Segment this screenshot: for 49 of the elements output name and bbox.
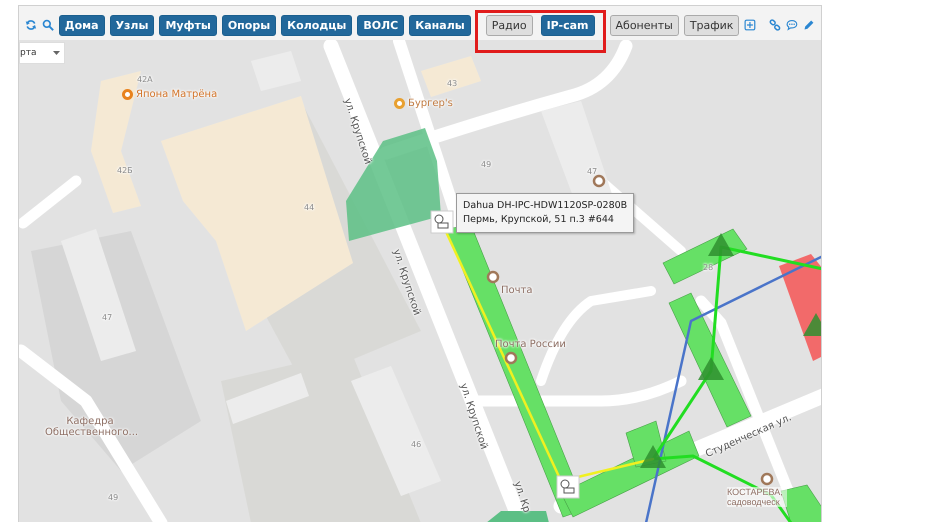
house-number: 44 <box>304 203 314 212</box>
node-triangle[interactable] <box>698 357 724 380</box>
house-number: 46 <box>411 440 422 449</box>
covered-building <box>780 484 821 522</box>
place-marker-icon[interactable] <box>486 270 500 284</box>
layer-button[interactable]: Муфты <box>159 14 217 36</box>
house-number: 49 <box>481 160 492 169</box>
layer-button[interactable]: Каналы <box>409 14 471 36</box>
house-number: 42А <box>137 75 153 84</box>
refresh-icon[interactable] <box>25 17 37 33</box>
layer-button[interactable]: Трафик <box>684 14 740 36</box>
place-name: Почта <box>501 285 532 296</box>
layer-button[interactable]: Абоненты <box>610 14 679 36</box>
place-marker-icon[interactable] <box>504 352 518 364</box>
caret-icon <box>53 51 60 55</box>
place-marker-icon[interactable] <box>760 472 774 486</box>
camera-icon[interactable] <box>556 476 580 498</box>
house-number: 42Б <box>117 166 133 175</box>
layer-button[interactable]: Узлы <box>110 14 154 36</box>
place-name: Кафедра Общественного... <box>45 416 138 438</box>
house-number: 47 <box>587 167 598 176</box>
camera-view-cone <box>486 511 549 522</box>
map-type-select[interactable]: рта <box>19 42 65 64</box>
house-number: 47 <box>102 313 112 322</box>
street-name: ул. Кр <box>512 480 532 514</box>
place-name: Япона Матрёна <box>136 89 218 100</box>
building <box>421 56 481 97</box>
node-triangle[interactable] <box>803 313 821 336</box>
link-icon[interactable] <box>769 17 782 33</box>
layer-button[interactable]: IP-cam <box>540 14 595 36</box>
tooltip-text: Dahua DH-IPC-HDW1120SP-0280B <box>463 199 628 213</box>
node-triangle[interactable] <box>708 233 734 256</box>
chat-icon[interactable] <box>786 17 798 33</box>
place-name: Бургер's <box>408 98 453 109</box>
place-marker-icon[interactable] <box>394 98 405 109</box>
camera-icon[interactable] <box>430 210 454 234</box>
layer-button[interactable]: Радио <box>486 14 533 36</box>
place-marker-icon[interactable] <box>592 174 606 188</box>
node-triangle[interactable] <box>640 445 666 468</box>
tooltip-text: Пермь, Крупской, 51 п.3 #644 <box>463 213 615 227</box>
house-number: 43 <box>447 79 458 88</box>
search-icon[interactable] <box>42 17 54 33</box>
layer-button[interactable]: ВОЛС <box>357 14 404 36</box>
layer-button[interactable]: Опоры <box>222 14 276 36</box>
plus-square-icon[interactable] <box>744 17 756 33</box>
place-marker-icon[interactable] <box>122 89 133 100</box>
house-number: 49 <box>108 493 118 502</box>
layer-button[interactable]: Дома <box>58 14 105 36</box>
layer-button[interactable]: Колодцы <box>281 14 352 36</box>
